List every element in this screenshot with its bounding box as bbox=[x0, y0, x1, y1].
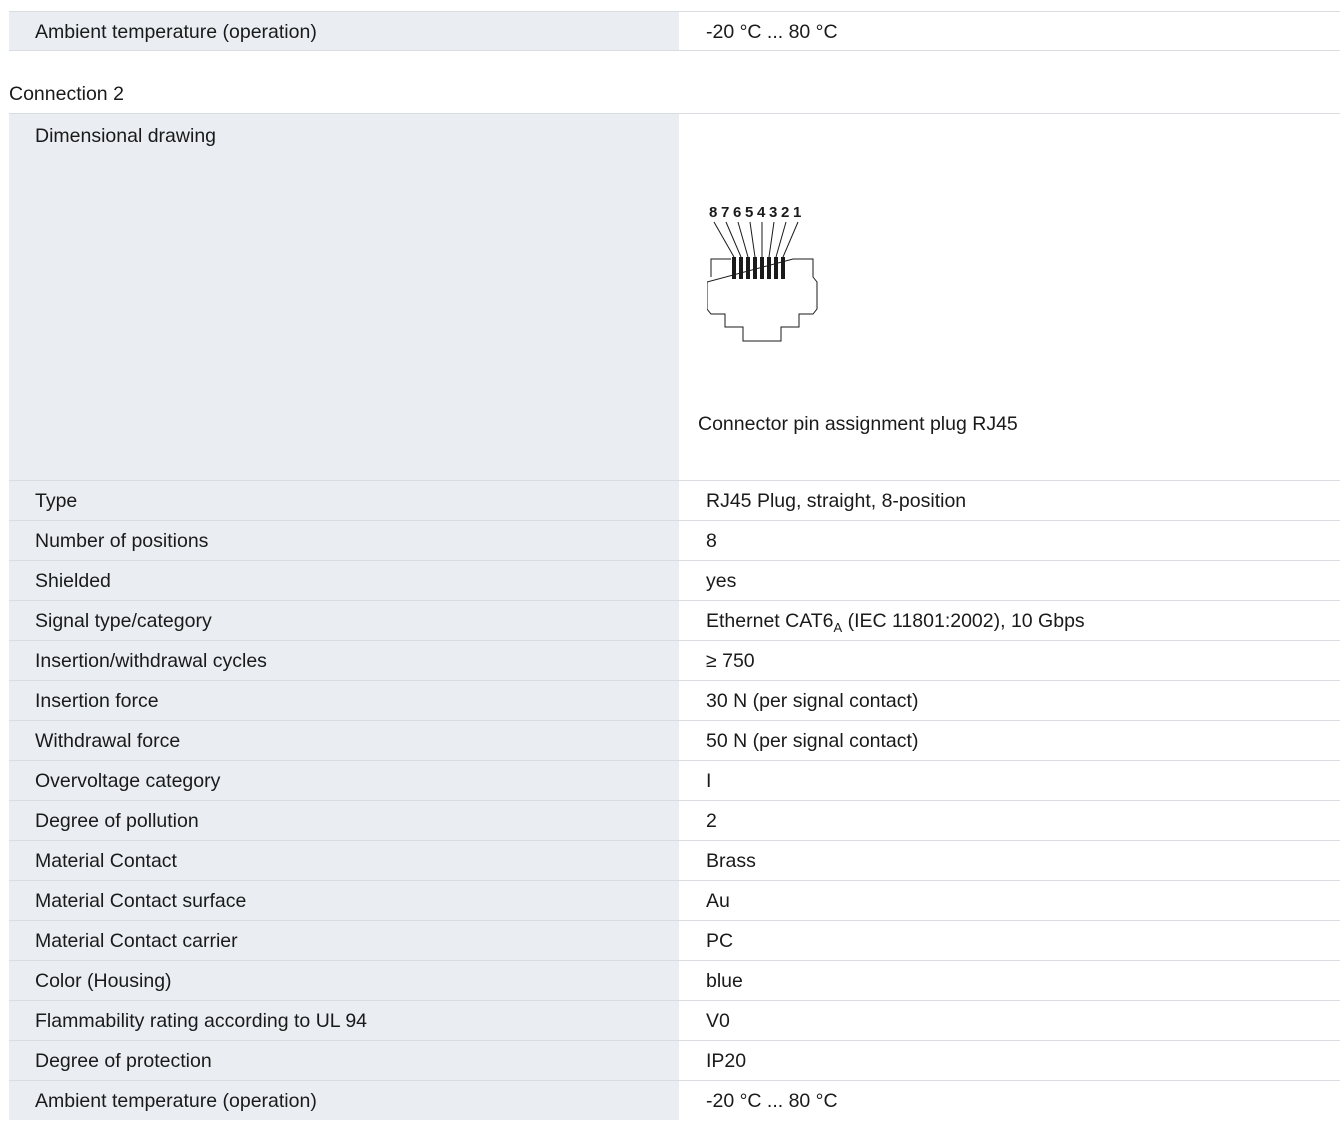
spec-label: Signal type/category bbox=[9, 601, 679, 640]
pin-label: 5 bbox=[745, 204, 753, 221]
spec-label: Ambient temperature (operation) bbox=[9, 1081, 679, 1120]
pin-label: 8 bbox=[709, 204, 717, 221]
spec-row: Insertion force 30 N (per signal contact) bbox=[9, 680, 1340, 720]
spec-label: Type bbox=[9, 481, 679, 520]
spec-label: Number of positions bbox=[9, 521, 679, 560]
spec-row: Type RJ45 Plug, straight, 8-position bbox=[9, 480, 1340, 520]
spec-value: I bbox=[679, 761, 1340, 800]
spec-row: Color (Housing) blue bbox=[9, 960, 1340, 1000]
pin-label: 3 bbox=[769, 204, 777, 221]
spec-value: RJ45 Plug, straight, 8-position bbox=[679, 481, 1340, 520]
spec-value: IP20 bbox=[679, 1041, 1340, 1080]
spec-table: Type RJ45 Plug, straight, 8-position Numbe… bbox=[9, 480, 1340, 1120]
pin-label: 4 bbox=[757, 204, 766, 221]
spec-table-top: Ambient temperature (operation) -20 °C .… bbox=[9, 11, 1340, 51]
spec-value: PC bbox=[679, 921, 1340, 960]
spec-label: Insertion/withdrawal cycles bbox=[9, 641, 679, 680]
spec-label: Shielded bbox=[9, 561, 679, 600]
spec-row: Material Contact surface Au bbox=[9, 880, 1340, 920]
spec-value: V0 bbox=[679, 1001, 1340, 1040]
spec-row: Shielded yes bbox=[9, 560, 1340, 600]
spec-row: Ambient temperature (operation) -20 °C ..… bbox=[9, 1080, 1340, 1120]
spec-row: Degree of protection IP20 bbox=[9, 1040, 1340, 1080]
spec-label: Flammability rating according to UL 94 bbox=[9, 1001, 679, 1040]
pin-label: 2 bbox=[781, 204, 789, 221]
spec-row: Flammability rating according to UL 94 V0 bbox=[9, 1000, 1340, 1040]
spec-row: Material Contact carrier PC bbox=[9, 920, 1340, 960]
drawing-cell: 8 7 6 5 4 3 2 1 Connector pin assignment… bbox=[679, 114, 1340, 480]
pin-label: 7 bbox=[721, 204, 729, 221]
pin-label: 1 bbox=[793, 204, 801, 221]
value-text: (IEC 11801:2002), 10 Gbps bbox=[842, 610, 1085, 632]
spec-row: Number of positions 8 bbox=[9, 520, 1340, 560]
spec-value: 50 N (per signal contact) bbox=[679, 721, 1340, 760]
spec-label: Material Contact carrier bbox=[9, 921, 679, 960]
spec-row: Overvoltage category I bbox=[9, 760, 1340, 800]
spec-value: Brass bbox=[679, 841, 1340, 880]
spec-row: Degree of pollution 2 bbox=[9, 800, 1340, 840]
spec-value: Au bbox=[679, 881, 1340, 920]
spec-row: Withdrawal force 50 N (per signal contact… bbox=[9, 720, 1340, 760]
spec-row: Ambient temperature (operation) -20 °C .… bbox=[9, 11, 1340, 51]
spec-value: 2 bbox=[679, 801, 1340, 840]
value-subscript: A bbox=[833, 620, 843, 635]
spec-label: Color (Housing) bbox=[9, 961, 679, 1000]
spec-value: blue bbox=[679, 961, 1340, 1000]
spec-label: Material Contact surface bbox=[9, 881, 679, 920]
spec-value: yes bbox=[679, 561, 1340, 600]
spec-label: Insertion force bbox=[9, 681, 679, 720]
spec-value: 30 N (per signal contact) bbox=[679, 681, 1340, 720]
spec-label: Degree of pollution bbox=[9, 801, 679, 840]
dimensional-drawing-row: Dimensional drawing 8 7 6 5 4 3 2 1 Conn… bbox=[9, 113, 1340, 480]
spec-row: Material Contact Brass bbox=[9, 840, 1340, 880]
spec-value: Ethernet CAT6A (IEC 11801:2002), 10 Gbps bbox=[679, 601, 1340, 640]
spec-value: -20 °C ... 80 °C bbox=[679, 1081, 1340, 1120]
spec-label: Degree of protection bbox=[9, 1041, 679, 1080]
spec-label: Withdrawal force bbox=[9, 721, 679, 760]
spec-row: Signal type/category Ethernet CAT6A (IEC … bbox=[9, 600, 1340, 640]
pin-label: 6 bbox=[733, 204, 741, 221]
spec-value: 8 bbox=[679, 521, 1340, 560]
spec-value: ≥ 750 bbox=[679, 641, 1340, 680]
section-title: Connection 2 bbox=[9, 83, 124, 105]
rj45-pin-assignment-drawing: 8 7 6 5 4 3 2 1 bbox=[707, 204, 818, 342]
spec-label: Overvoltage category bbox=[9, 761, 679, 800]
spec-label: Ambient temperature (operation) bbox=[9, 12, 679, 50]
spec-label: Dimensional drawing bbox=[9, 114, 679, 480]
drawing-caption: Connector pin assignment plug RJ45 bbox=[698, 413, 1018, 435]
spec-row: Insertion/withdrawal cycles ≥ 750 bbox=[9, 640, 1340, 680]
spec-value: -20 °C ... 80 °C bbox=[679, 12, 1340, 50]
value-text: Ethernet CAT6 bbox=[706, 610, 834, 632]
spec-label: Material Contact bbox=[9, 841, 679, 880]
